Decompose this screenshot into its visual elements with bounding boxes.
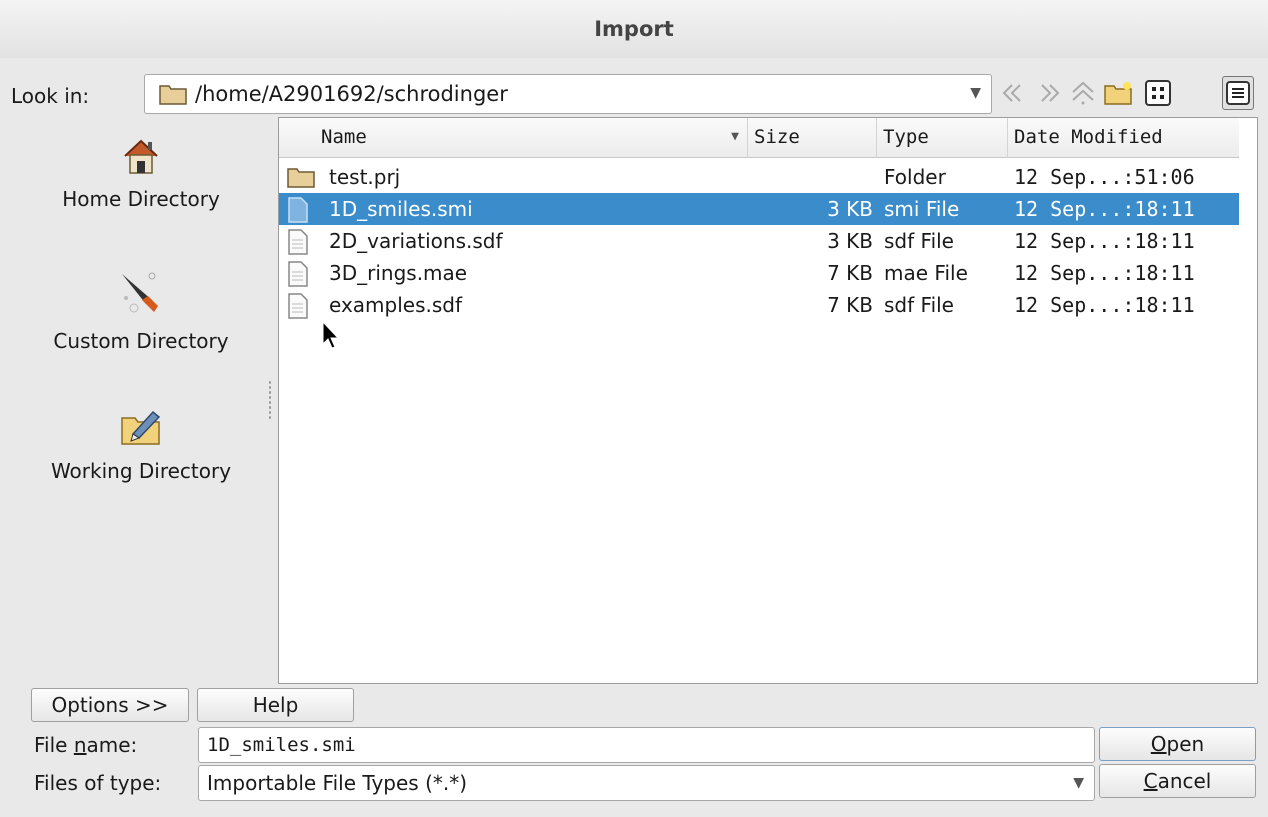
sidebar-item-label: Custom Directory — [53, 329, 229, 353]
back-icon[interactable] — [999, 76, 1029, 110]
files-of-type-label: Files of type: — [34, 771, 162, 795]
look-in-combo[interactable]: /home/A2901692/schrodinger ▼ — [144, 74, 992, 114]
sidebar-item-working[interactable]: Working Directory — [12, 404, 270, 483]
list-item[interactable]: test.prj Folder 12 Sep...:51:06 — [279, 161, 1239, 193]
mouse-pointer-icon — [321, 320, 341, 355]
list-item[interactable]: examples.sdf 7 KB sdf File 12 Sep...:18:… — [279, 289, 1239, 321]
list-item[interactable]: 2D_variations.sdf 3 KB sdf File 12 Sep..… — [279, 225, 1239, 257]
new-folder-icon[interactable] — [1104, 76, 1134, 110]
sidebar-item-label: Home Directory — [62, 187, 220, 211]
splitter-handle[interactable] — [268, 380, 272, 420]
file-name-label: File name: — [34, 733, 138, 757]
sidebar-item-label: Working Directory — [50, 459, 232, 483]
parent-directory-icon[interactable] — [1068, 76, 1098, 110]
folder-edit-icon — [119, 410, 163, 453]
sidebar: Home Directory Custom Directory Working … — [12, 118, 270, 683]
column-header-type[interactable]: Type — [877, 118, 1008, 158]
forward-icon[interactable] — [1033, 76, 1063, 110]
list-item[interactable]: 1D_smiles.smi 3 KB smi File 12 Sep...:18… — [279, 193, 1239, 225]
chevron-down-icon[interactable]: ▼ — [1073, 766, 1084, 800]
open-button[interactable]: Open — [1099, 727, 1256, 761]
column-header-name[interactable]: Name ▼ — [279, 118, 748, 158]
icon-view-icon[interactable] — [1143, 76, 1173, 110]
column-header-size[interactable]: Size — [748, 118, 877, 158]
sidebar-item-custom[interactable]: Custom Directory — [12, 270, 270, 353]
files-of-type-combo[interactable]: Importable File Types (*.*) ▼ — [198, 765, 1095, 801]
cancel-button[interactable]: Cancel — [1099, 764, 1256, 798]
column-header-date[interactable]: Date Modified — [1008, 118, 1239, 158]
rocket-icon — [116, 272, 166, 323]
file-list[interactable]: Name ▼ Size Type Date Modified test.prj … — [278, 117, 1258, 684]
detail-view-icon[interactable] — [1222, 76, 1254, 110]
file-name-field[interactable]: 1D_smiles.smi — [198, 727, 1095, 763]
file-list-header: Name ▼ Size Type Date Modified — [279, 118, 1239, 158]
look-in-label: Look in: — [11, 84, 90, 108]
folder-icon — [159, 83, 187, 110]
list-item[interactable]: 3D_rings.mae 7 KB mae File 12 Sep...:18:… — [279, 257, 1239, 289]
help-button[interactable]: Help — [197, 688, 354, 722]
chevron-down-icon[interactable]: ▼ — [970, 85, 981, 101]
window-title: Import — [0, 0, 1268, 58]
look-in-path: /home/A2901692/schrodinger — [195, 82, 508, 106]
sort-descending-icon: ▼ — [731, 129, 739, 144]
options-button[interactable]: Options >> — [31, 688, 189, 722]
home-icon — [121, 139, 161, 181]
file-icon — [287, 293, 309, 328]
sidebar-item-home[interactable]: Home Directory — [12, 136, 270, 211]
